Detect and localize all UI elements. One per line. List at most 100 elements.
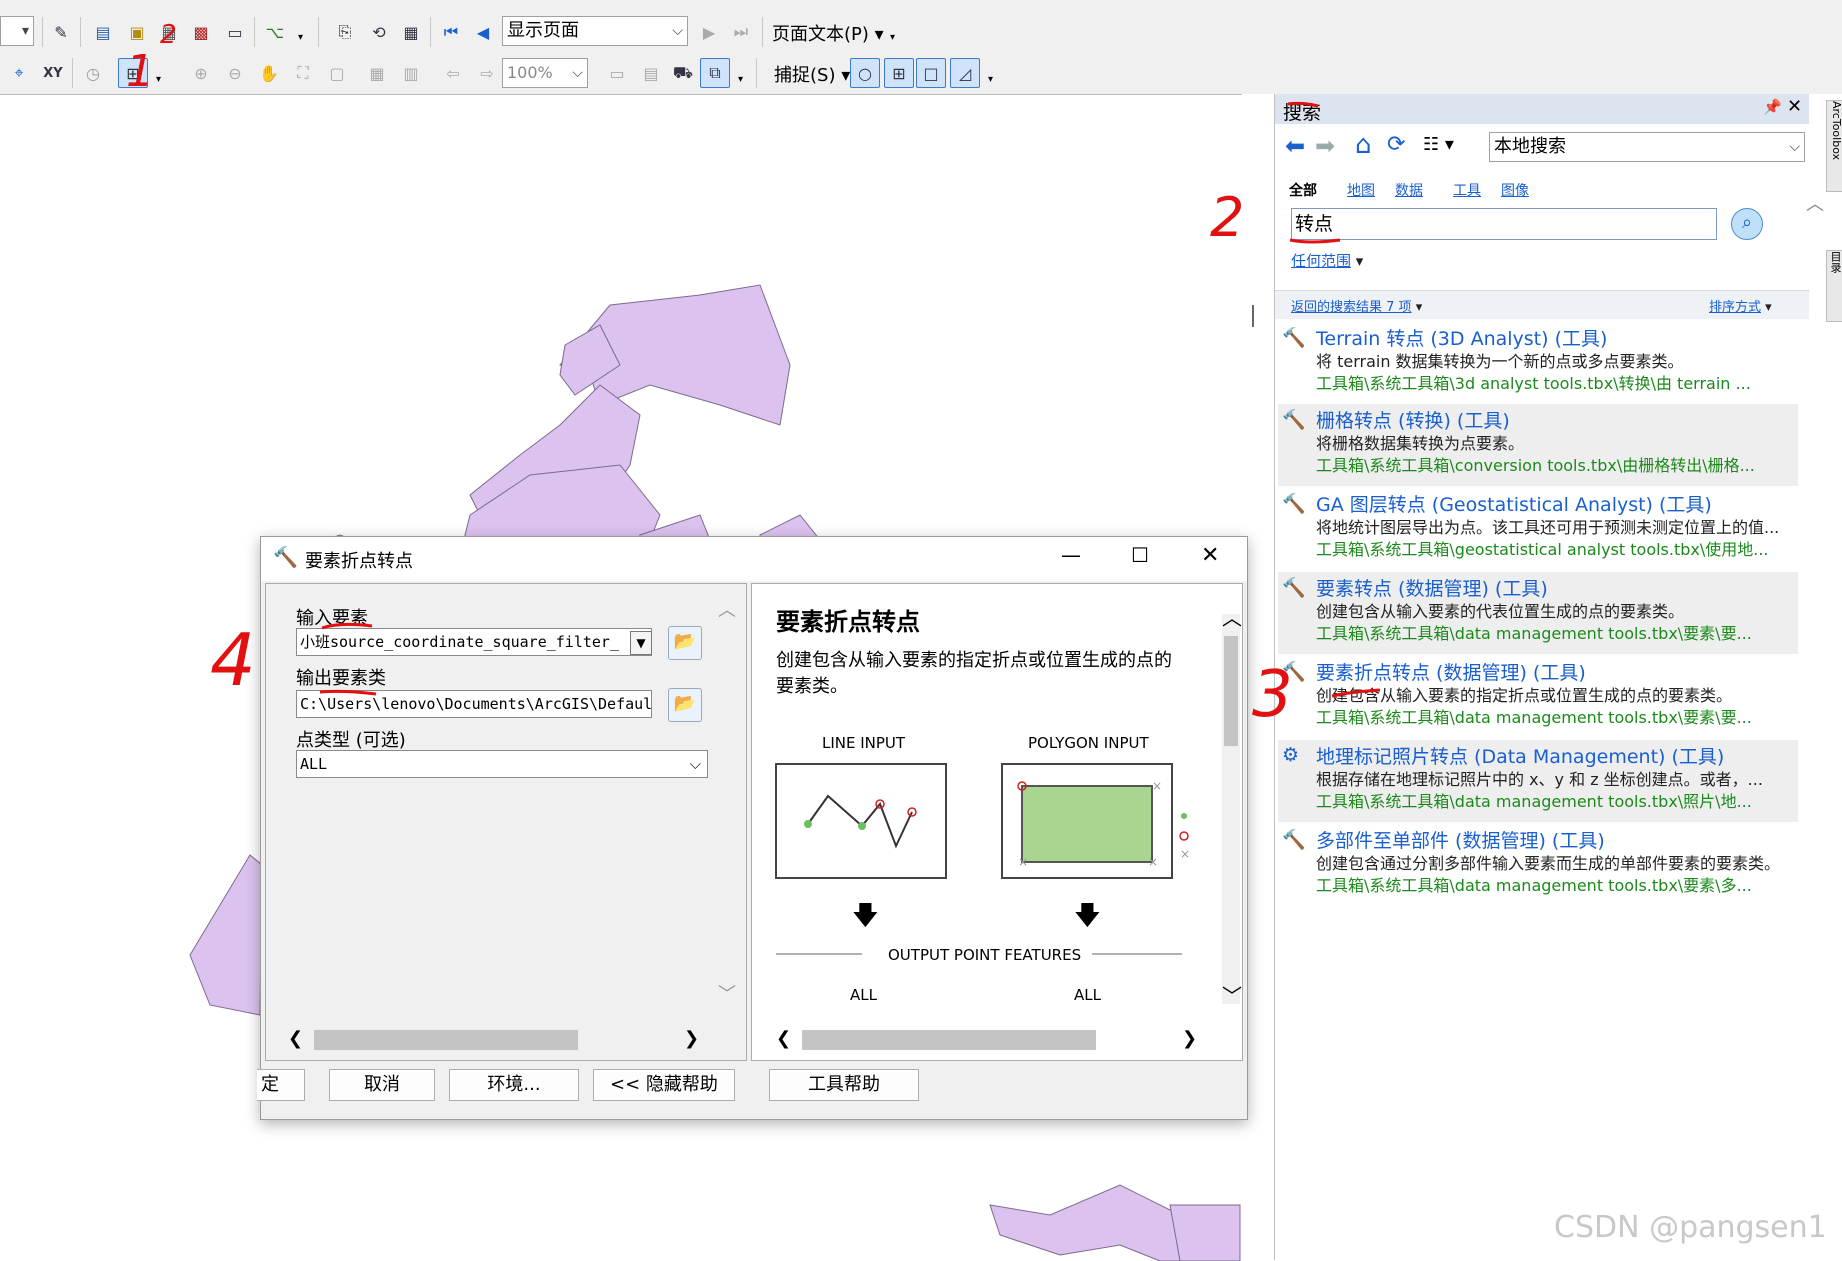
tool-help-button[interactable]: 工具帮助 [769,1069,919,1101]
tab-maps[interactable]: 地图 [1347,180,1375,200]
next-page-icon[interactable]: ▶ [694,17,724,47]
help-scroll-down-icon[interactable]: ﹀ [1222,980,1242,1009]
result-title[interactable]: 栅格转点 (转换) (工具) [1316,406,1510,433]
model-builder-icon[interactable]: ⌥ [260,17,290,47]
point-type-select[interactable]: ALL ⌵ [296,750,708,778]
help-scroll-thumb[interactable] [1224,636,1238,746]
forward-extent-icon[interactable]: ⇨ [472,58,502,88]
params-scroll-up-icon[interactable]: ︿ [718,596,736,622]
last-page-icon[interactable]: ⏭ [726,17,756,47]
arctoolbox-icon[interactable]: ▩ [186,17,216,47]
chevron-down-icon[interactable]: ▼ [630,631,652,655]
search-scope-select[interactable]: 本地搜索 ⌵ [1489,132,1805,162]
extent-menu[interactable]: 任何范围 ▾ [1291,250,1363,271]
close-icon[interactable]: ✕ [1201,543,1219,568]
minimize-icon[interactable]: — [1061,543,1081,567]
view-options-icon[interactable]: ☷ ▾ [1423,134,1454,155]
maximize-icon[interactable]: ☐ [1131,543,1149,567]
tab-all[interactable]: 全部 [1289,180,1317,200]
table-window-icon[interactable]: ▤ [88,17,118,47]
previous-page-icon[interactable]: ◀ [468,17,498,47]
catalog-icon[interactable]: ▣ [122,17,152,47]
ok-button[interactable]: 定 [257,1069,305,1101]
toggle-draft-icon[interactable]: ▭ [602,58,632,88]
list-item[interactable]: 🔨 要素折点转点 (数据管理) (工具) 创建包含从输入要素的指定折点或位置生成… [1278,656,1798,738]
output-feature-class-field[interactable]: C:\Users\lenovo\Documents\ArcGIS\Defaul [296,690,652,718]
clock-icon[interactable]: ◷ [78,58,108,88]
cancel-button[interactable]: 取消 [329,1069,435,1101]
point-snap-icon[interactable]: ○ [850,58,880,88]
forward-arrow-icon[interactable]: ➡ [1315,132,1335,160]
list-item[interactable]: ⚙ 地理标记照片转点 (Data Management) (工具) 根据存储在地… [1278,740,1798,822]
fixed-zoom-icon[interactable]: ▢ [322,58,352,88]
python-window-icon[interactable]: ▭ [220,17,250,47]
data-driven-pages-icon[interactable]: ⧉ [700,58,730,88]
zoom-out-page-icon[interactable]: ⊖ [220,58,250,88]
panel-scroll-up-icon[interactable]: ︿ [1806,190,1824,216]
side-tab-catalog[interactable]: 目录 [1826,250,1842,322]
result-title[interactable]: GA 图层转点 (Geostatistical Analyst) (工具) [1316,490,1712,517]
browse-input-button[interactable]: 📂 [668,626,702,660]
vertex-snap-icon[interactable]: □ [916,58,946,88]
side-tab-arctoolbox[interactable]: ArcToolbox [1826,100,1842,192]
help-scroll-up-icon[interactable]: ︿ [1222,602,1242,631]
refresh-icon[interactable]: ⟳ [1387,132,1405,157]
back-arrow-icon[interactable]: ⬅ [1285,132,1305,160]
refresh-page-icon[interactable]: ⟲ [364,17,394,47]
result-title[interactable]: 要素折点转点 (数据管理) (工具) [1316,658,1586,685]
xy-tool-icon[interactable]: XY [38,58,68,88]
list-item[interactable]: 🔨 栅格转点 (转换) (工具) 将栅格数据集转换为点要素。 工具箱\系统工具箱… [1278,404,1798,486]
tab-data[interactable]: 数据 [1395,180,1423,200]
first-page-icon[interactable]: ⏮ [436,17,466,47]
tab-images[interactable]: 图像 [1501,180,1529,200]
toolbar-overflow-icon[interactable]: ▾ [738,74,743,85]
params-hscroll-thumb[interactable] [314,1030,578,1050]
layer-dropdown[interactable]: ▾ [0,16,34,46]
toolbar-overflow-icon[interactable]: ▾ [156,74,161,85]
list-item[interactable]: 🔨 多部件至单部件 (数据管理) (工具) 创建包含通过分割多部件输入要素而生成… [1278,824,1798,906]
close-icon[interactable]: ✕ [1787,96,1802,117]
back-extent-icon[interactable]: ⇦ [438,58,468,88]
list-item[interactable]: 🔨 要素转点 (数据管理) (工具) 创建包含从输入要素的代表位置生成的点的要素… [1278,572,1798,654]
change-layout-icon[interactable]: ⛟ [668,58,698,88]
input-features-field[interactable]: 小班source_coordinate_square_filter_ [296,628,652,656]
params-scroll-down-icon[interactable]: ﹀ [718,980,736,1006]
browse-output-button[interactable]: 📂 [668,688,702,722]
page-layout-icon[interactable]: ⎘ [330,17,360,47]
page-text-menu[interactable]: 页面文本(P) ▾ [772,20,884,46]
pin-icon[interactable]: 📌 [1763,98,1782,116]
snapping-menu[interactable]: 捕捉(S) ▾ [774,61,850,87]
sort-menu[interactable]: 排序方式 ▾ [1709,296,1772,315]
home-icon[interactable]: ⌂ [1355,130,1372,160]
hide-help-button[interactable]: << 隐藏帮助 [593,1069,735,1101]
help-hscroll-thumb[interactable] [802,1030,1096,1050]
zoom-100-icon[interactable]: ▥ [396,58,426,88]
end-snap-icon[interactable]: ⊞ [884,58,914,88]
result-title[interactable]: 多部件至单部件 (数据管理) (工具) [1316,826,1605,853]
list-item[interactable]: 🔨 Terrain 转点 (3D Analyst) (工具) 将 terrain… [1278,322,1798,404]
toolbar-overflow-icon[interactable]: ▾ [890,32,895,43]
edit-tool-icon[interactable]: ✎ [46,17,76,47]
grid-page-icon[interactable]: ▦ [396,17,426,47]
search-button-icon[interactable]: ⌕ [1731,208,1763,240]
toolbar-overflow-icon[interactable]: ▾ [298,32,303,43]
list-item[interactable]: 🔨 GA 图层转点 (Geostatistical Analyst) (工具) … [1278,488,1798,570]
focus-frame-icon[interactable]: ▤ [636,58,666,88]
result-title[interactable]: 地理标记照片转点 (Data Management) (工具) [1316,742,1724,769]
help-hscroll-right-icon[interactable]: ❯ [1182,1028,1197,1049]
result-title[interactable]: Terrain 转点 (3D Analyst) (工具) [1316,324,1607,351]
page-display-select[interactable]: 显示页面 ⌵ [502,16,688,46]
zoom-percent-select[interactable]: 100% ⌵ [502,58,588,88]
search-input[interactable]: 转点 [1291,208,1717,240]
zoom-whole-page-icon[interactable]: ▦ [362,58,392,88]
help-hscroll-left-icon[interactable]: ❮ [776,1028,791,1049]
pan-page-icon[interactable]: ✋ [254,58,284,88]
edge-snap-icon[interactable]: ◿ [950,58,980,88]
results-count[interactable]: 返回的搜索结果 7 项 ▾ [1291,296,1422,315]
tab-tools[interactable]: 工具 [1453,180,1481,200]
map-splitter-handle[interactable] [1252,305,1254,327]
zoom-in-page-icon[interactable]: ⊕ [186,58,216,88]
full-extent-page-icon[interactable]: ⛶ [288,58,318,88]
add-data-icon[interactable]: ⌖ [4,58,34,88]
environments-button[interactable]: 环境... [449,1069,579,1101]
